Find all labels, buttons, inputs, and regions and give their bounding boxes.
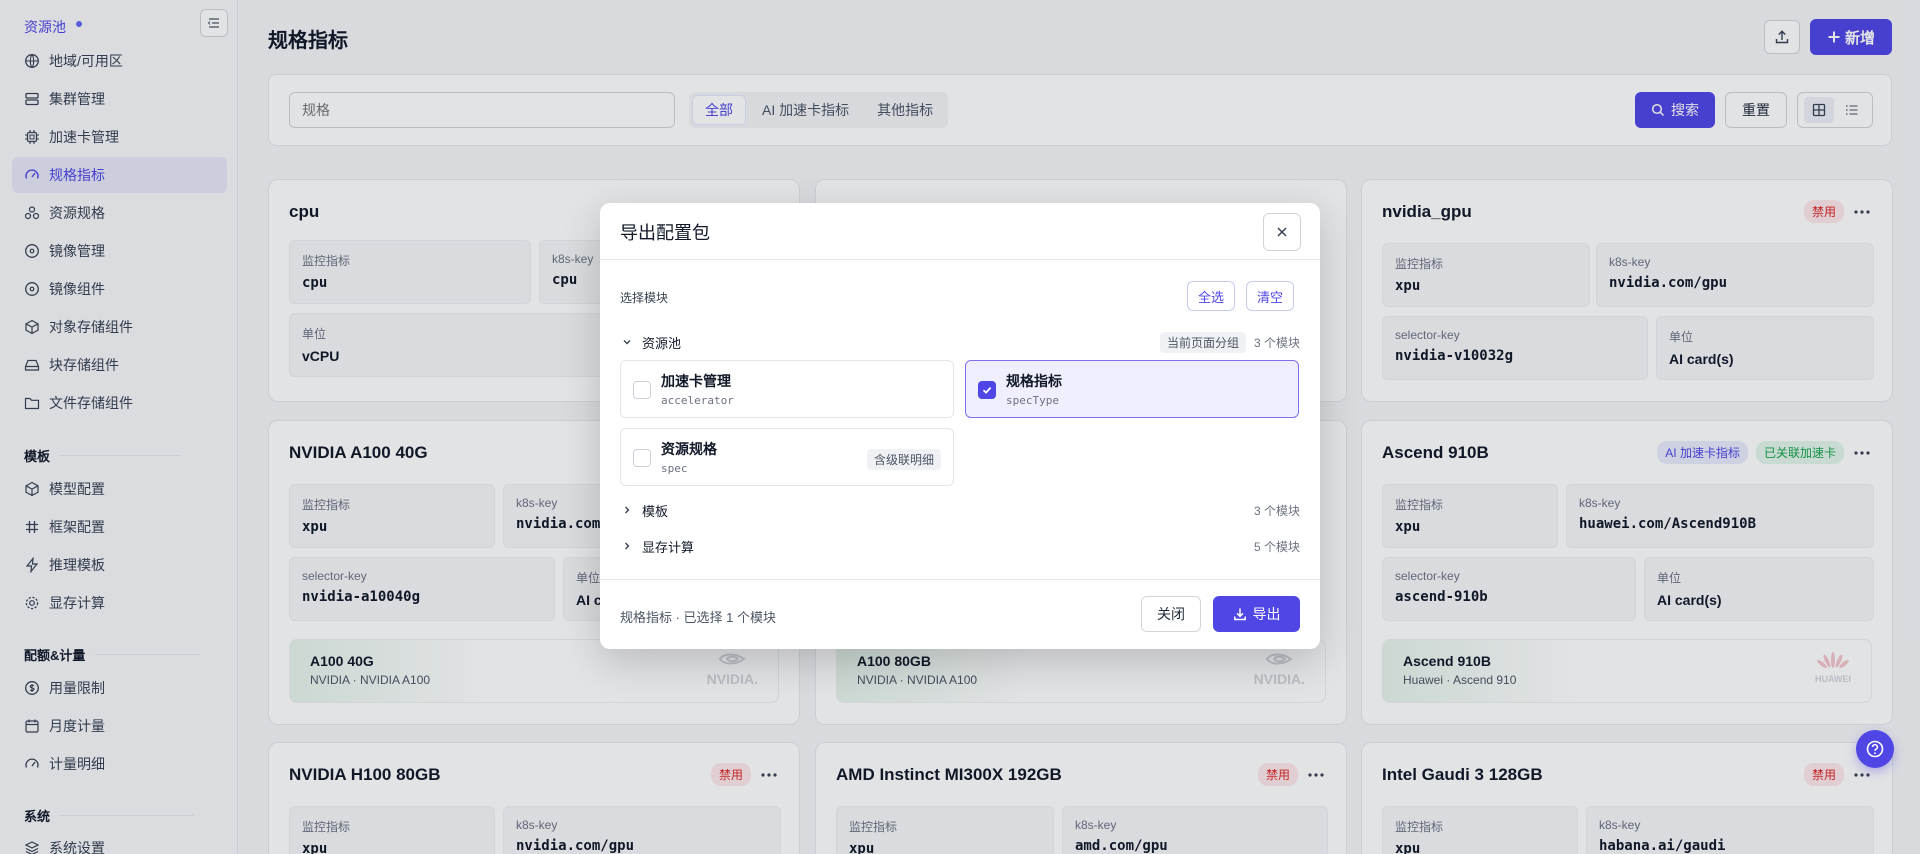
check-icon xyxy=(982,386,992,394)
group-name: 模板 xyxy=(642,503,669,519)
chevron-right-icon xyxy=(620,541,634,551)
group-meta: 当前页面分组 3 个模块 xyxy=(1159,331,1300,353)
module-title: 规格指标 xyxy=(1006,373,1062,389)
group-vram-calc[interactable]: 显存计算 5 个模块 xyxy=(620,536,1300,556)
chevron-down-icon xyxy=(620,337,634,347)
module-code: specType xyxy=(1006,394,1059,407)
close-button[interactable]: 关闭 xyxy=(1141,596,1201,632)
export-config-dialog: 导出配置包 选择模块 全选 清空 资源池 当前页面分组 3 个模块 加速卡管理 … xyxy=(600,203,1320,649)
module-title: 资源规格 xyxy=(661,441,717,457)
group-meta: 5 个模块 xyxy=(1254,538,1300,555)
chevron-right-icon xyxy=(620,505,634,515)
module-code: spec xyxy=(661,462,688,475)
selection-summary: 规格指标 · 已选择 1 个模块 xyxy=(620,610,777,625)
module-option-spec[interactable]: 资源规格 spec 含级联明细 xyxy=(620,428,954,486)
help-icon xyxy=(1866,740,1884,758)
cascade-detail-tag: 含级联明细 xyxy=(866,449,941,470)
module-code: accelerator xyxy=(661,394,734,407)
module-option-accelerator[interactable]: 加速卡管理 accelerator xyxy=(620,360,954,418)
group-resource-pool[interactable]: 资源池 当前页面分组 3 个模块 xyxy=(620,331,1300,353)
group-template[interactable]: 模板 3 个模块 xyxy=(620,500,1300,520)
checkbox[interactable] xyxy=(633,449,651,467)
current-group-tag: 当前页面分组 xyxy=(1159,331,1246,353)
group-name: 资源池 xyxy=(642,335,682,351)
module-count: 5 个模块 xyxy=(1253,539,1300,554)
divider xyxy=(600,579,1320,580)
checkbox[interactable] xyxy=(633,381,651,399)
module-title: 加速卡管理 xyxy=(661,373,731,389)
checkbox-checked[interactable] xyxy=(978,381,996,399)
select-all-button[interactable]: 全选 xyxy=(1187,281,1236,311)
dialog-title: 导出配置包 xyxy=(620,223,710,243)
group-meta: 3 个模块 xyxy=(1254,502,1300,519)
help-button[interactable] xyxy=(1856,730,1894,768)
close-icon xyxy=(1277,227,1287,237)
clear-button[interactable]: 清空 xyxy=(1246,281,1295,311)
download-icon xyxy=(1233,608,1246,621)
module-count: 3 个模块 xyxy=(1253,335,1300,350)
dialog-close-button[interactable] xyxy=(1263,213,1301,251)
group-name: 显存计算 xyxy=(642,539,695,555)
export-label: 导出 xyxy=(1252,606,1281,622)
select-modules-label: 选择模块 xyxy=(620,291,669,305)
module-count: 3 个模块 xyxy=(1253,503,1300,518)
divider xyxy=(600,259,1320,260)
module-option-spec-type[interactable]: 规格指标 specType xyxy=(965,360,1299,418)
export-confirm-button[interactable]: 导出 xyxy=(1213,596,1300,632)
